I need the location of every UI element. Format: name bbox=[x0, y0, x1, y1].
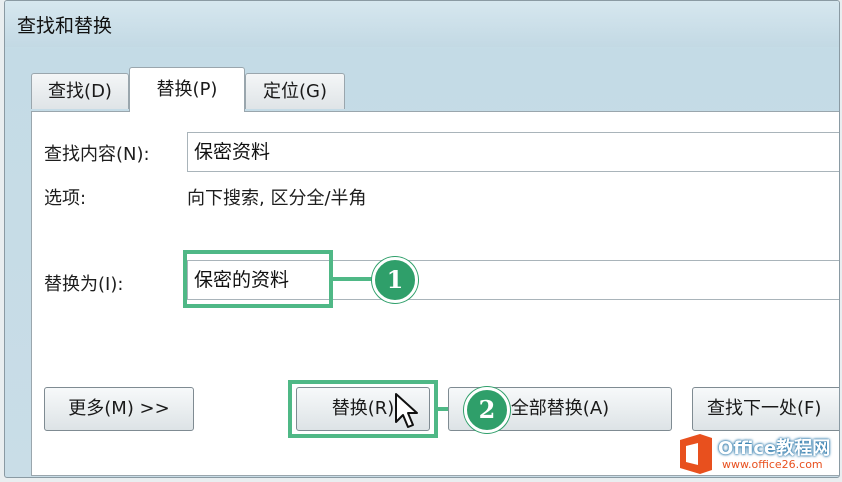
tab-replace[interactable]: 替换(P) bbox=[129, 67, 245, 112]
watermark: Office教程网 www.office26.com bbox=[676, 430, 840, 480]
options-label: 选项: bbox=[44, 188, 87, 209]
replace-input-highlight bbox=[183, 250, 333, 308]
options-value: 向下搜索, 区分全/半角 bbox=[187, 188, 367, 209]
callout-2-badge: 2 bbox=[464, 387, 510, 433]
find-next-button[interactable]: 查找下一处(F) bbox=[692, 387, 839, 431]
title-bar: 查找和替换 bbox=[5, 1, 839, 47]
mouse-cursor-icon bbox=[395, 393, 418, 428]
office-logo-icon bbox=[680, 434, 712, 474]
find-replace-dialog: 查找和替换 查找(D) 替换(P) 定位(G) 查找内容(N): 保密资料 选项… bbox=[4, 0, 840, 478]
callout-1-badge: 1 bbox=[372, 257, 418, 303]
tab-find[interactable]: 查找(D) bbox=[31, 73, 129, 109]
watermark-brand: Office教程网 bbox=[718, 438, 831, 459]
replace-panel: 查找内容(N): 保密资料 选项: 向下搜索, 区分全/半角 替换为(I): 保… bbox=[31, 111, 839, 476]
dialog-title: 查找和替换 bbox=[17, 15, 113, 37]
watermark-url: www.office26.com bbox=[722, 458, 823, 471]
find-input[interactable]: 保密资料 bbox=[187, 132, 839, 172]
find-label: 查找内容(N): bbox=[44, 144, 150, 165]
callout-1-line bbox=[333, 277, 373, 281]
more-button[interactable]: 更多(M) >> bbox=[44, 387, 194, 431]
replace-label: 替换为(I): bbox=[44, 274, 124, 295]
tab-goto[interactable]: 定位(G) bbox=[245, 73, 345, 109]
